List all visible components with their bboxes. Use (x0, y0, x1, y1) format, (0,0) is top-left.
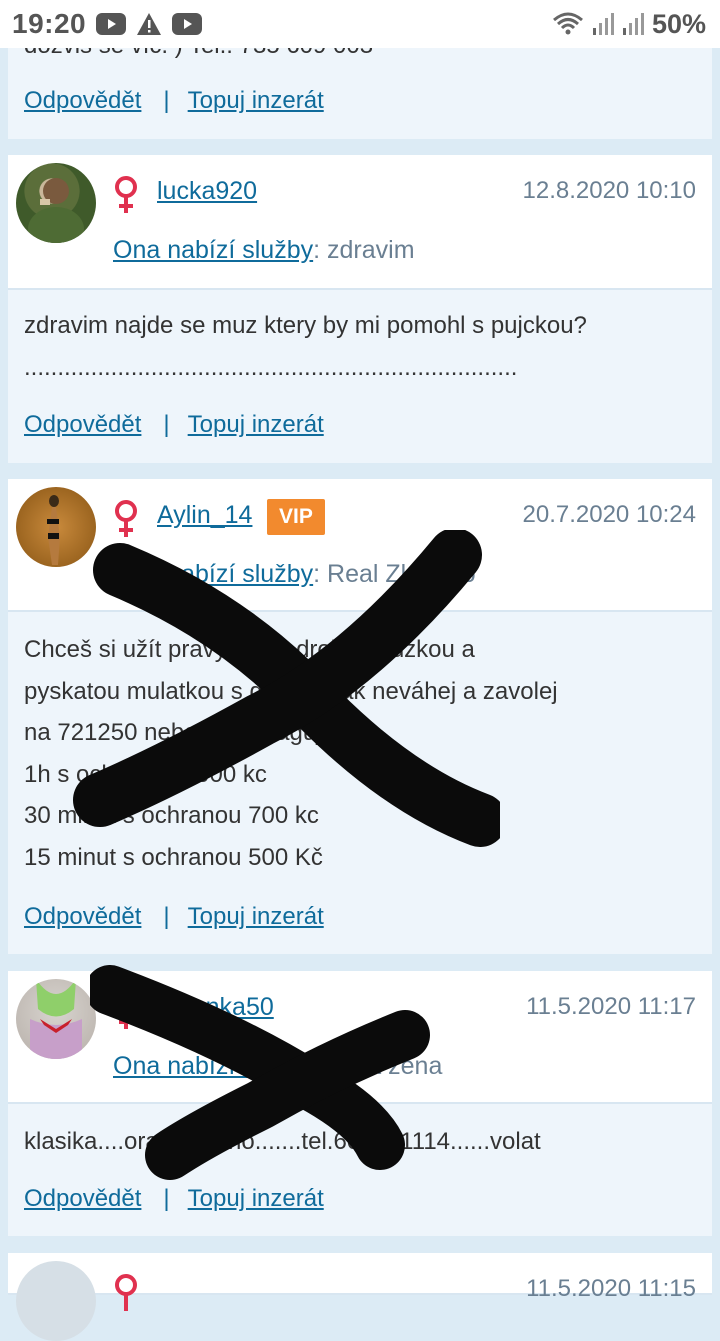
post-header: Aylin_14 VIP 20.7.2020 10:24 Ona nabízí … (8, 479, 712, 612)
status-time: 19:20 (12, 8, 87, 39)
post-header: Jerunka50 11.5.2020 11:17 Ona nabízí slu… (8, 971, 712, 1104)
avatar[interactable] (16, 487, 96, 567)
signal-icon (592, 12, 614, 36)
category-link[interactable]: Ona nabízí služby (113, 560, 313, 588)
post-header: lucka920 12.8.2020 10:10 Ona nabízí služ… (8, 155, 712, 290)
post-actions: Odpovědět | Topuj inzerát (24, 1185, 324, 1213)
top-ad-link[interactable]: Topuj inzerát (188, 1185, 324, 1213)
post-actions: Odpovědět | Topuj inzerát (24, 903, 324, 931)
top-ad-link[interactable]: Topuj inzerát (188, 411, 324, 439)
category-link[interactable]: Ona nabízí služby (113, 236, 313, 264)
avatar[interactable] (16, 1261, 96, 1341)
status-bar: 19:20 50% (0, 0, 720, 48)
female-icon (115, 992, 137, 1029)
post-title: : Real Zlatomo (313, 560, 476, 588)
youtube-icon (172, 13, 203, 35)
post-date: 20.7.2020 10:24 (522, 501, 697, 528)
female-icon (115, 176, 137, 213)
youtube-icon (96, 13, 127, 35)
post-card-partial: 11.5.2020 11:15 (8, 1253, 712, 1341)
reply-link[interactable]: Odpovědět (24, 1185, 141, 1213)
battery-level: 50% (651, 8, 706, 39)
post-date: 11.5.2020 11:15 (526, 1275, 696, 1302)
post-actions: Odpovědět | Topuj inzerát (24, 411, 324, 439)
category-link[interactable]: Ona nabízí služby (113, 1052, 313, 1080)
reply-link[interactable]: Odpovědět (24, 903, 141, 931)
post-username[interactable]: Aylin_14 (157, 501, 252, 530)
post-body: klasika....oral......Brno.......tel.6039… (24, 1128, 541, 1155)
female-icon (115, 500, 137, 537)
post-username[interactable]: lucka920 (157, 177, 257, 206)
post-header: 11.5.2020 11:15 (8, 1253, 712, 1341)
action-separator: | (163, 1185, 170, 1212)
female-icon (115, 1274, 137, 1311)
post-body: zdravim najde se muz ktery by mi pomohl … (24, 312, 587, 381)
action-separator: | (163, 903, 170, 930)
post-card: Jerunka50 11.5.2020 11:17 Ona nabízí slu… (8, 971, 712, 1236)
post-username[interactable]: Jerunka50 (157, 993, 274, 1022)
avatar[interactable] (16, 163, 96, 243)
post-actions: Odpovědět | Topuj inzerát (24, 87, 324, 115)
vip-badge: VIP (267, 499, 325, 535)
post-date: 12.8.2020 10:10 (522, 177, 697, 204)
post-title: : zdravim (313, 236, 415, 264)
post-title: : zrala zena (313, 1052, 443, 1080)
action-separator: | (163, 87, 170, 114)
post-category-line: Ona nabízí služby: Real Zlatomo (113, 560, 476, 589)
post-body: Chceš si užít pravý sex s drobnou úzkou … (24, 636, 558, 871)
post-card: Aylin_14 VIP 20.7.2020 10:24 Ona nabízí … (8, 479, 712, 954)
post-category-line: Ona nabízí služby: zdravim (113, 236, 415, 265)
signal-icon (622, 12, 644, 36)
reply-link[interactable]: Odpovědět (24, 411, 141, 439)
reply-link[interactable]: Odpovědět (24, 87, 141, 115)
top-ad-link[interactable]: Topuj inzerát (188, 903, 324, 931)
wifi-icon (552, 12, 584, 36)
post-category-line: Ona nabízí služby: zrala zena (113, 1052, 442, 1081)
action-separator: | (163, 411, 170, 438)
avatar[interactable] (16, 979, 96, 1059)
warning-icon (136, 12, 162, 36)
post-date: 11.5.2020 11:17 (526, 993, 696, 1020)
top-ad-link[interactable]: Topuj inzerát (188, 87, 324, 115)
post-card: lucka920 12.8.2020 10:10 Ona nabízí služ… (8, 155, 712, 463)
